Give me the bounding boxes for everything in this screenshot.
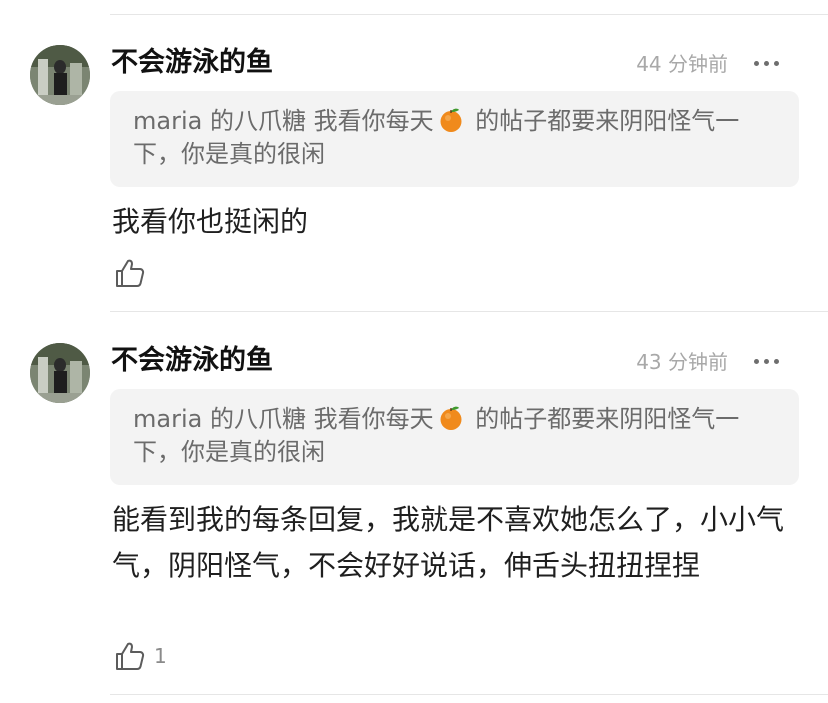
avatar[interactable] [30, 45, 90, 105]
avatar-image [30, 343, 90, 403]
comment-text: 能看到我的每条回复，我就是不喜欢她怎么了，小小气气，阴阳怪气，不会好好说话，伸舌… [112, 503, 785, 582]
more-options-button[interactable] [750, 345, 782, 377]
username[interactable]: 不会游泳的鱼 [111, 343, 273, 379]
timestamp: 43 分钟前 [636, 350, 728, 374]
more-dot-icon [763, 60, 769, 66]
username[interactable]: 不会游泳的鱼 [111, 45, 273, 81]
top-divider [110, 14, 828, 15]
more-options-button[interactable] [750, 47, 782, 79]
more-dot-icon [763, 358, 769, 364]
more-dot-icon [773, 358, 779, 364]
comment-text: 我看你也挺闲的 [112, 205, 309, 238]
thumbs-up-icon [116, 642, 145, 670]
avatar[interactable] [30, 343, 90, 403]
quoted-reply[interactable]: maria 的八爪糖 我看你每天 的帖子都要来阴阳怪气一下，你是真的很闲 [110, 91, 799, 187]
thumbs-up-icon [116, 259, 145, 287]
quote-text-before: maria 的八爪糖 我看你每天 [133, 405, 434, 433]
like-count: 1 [154, 644, 167, 668]
quoted-reply[interactable]: maria 的八爪糖 我看你每天 的帖子都要来阴阳怪气一下，你是真的很闲 [110, 389, 799, 485]
more-dot-icon [753, 60, 759, 66]
more-dot-icon [753, 358, 759, 364]
like-button[interactable] [114, 257, 154, 289]
avatar-image [30, 45, 90, 105]
orange-emoji-icon [440, 406, 462, 430]
timestamp: 44 分钟前 [636, 52, 728, 76]
bottom-divider [110, 694, 828, 695]
more-dot-icon [773, 60, 779, 66]
orange-emoji-icon [440, 108, 462, 132]
quote-text-before: maria 的八爪糖 我看你每天 [133, 107, 434, 135]
comment-divider [110, 311, 828, 312]
like-button[interactable]: 1 [114, 640, 167, 672]
